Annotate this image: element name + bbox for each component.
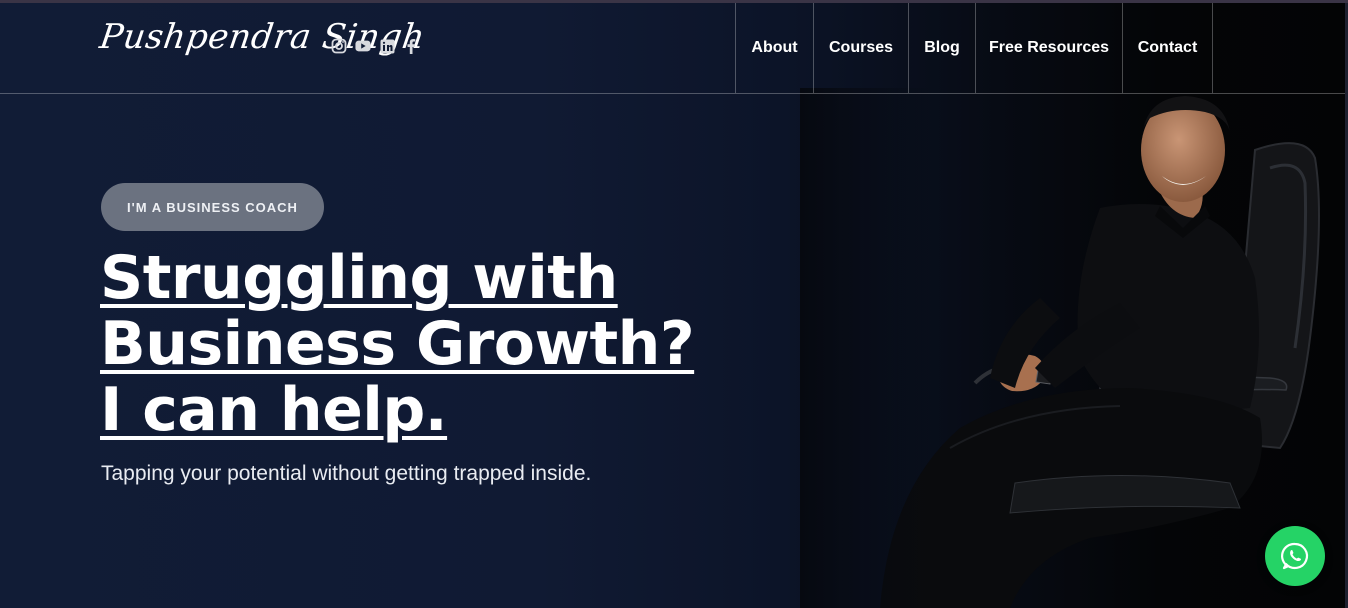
whatsapp-button[interactable]	[1265, 526, 1325, 586]
main-nav: About Courses Blog Free Resources Contac…	[735, 3, 1213, 93]
nav-blog[interactable]: Blog	[908, 3, 975, 93]
coach-portrait	[800, 88, 1345, 608]
nav-courses[interactable]: Courses	[813, 3, 908, 93]
headline-line-2[interactable]: Business Growth?	[100, 309, 695, 379]
nav-free-resources[interactable]: Free Resources	[975, 3, 1122, 93]
headline-line-3[interactable]: I can help.	[100, 375, 448, 445]
whatsapp-icon	[1281, 542, 1309, 570]
hero-tagline: Tapping your potential without getting t…	[101, 462, 592, 485]
nav-contact[interactable]: Contact	[1122, 3, 1213, 93]
site-header: Pushpendra Singh About Courses Blog Free…	[0, 3, 1345, 94]
nav-about[interactable]: About	[735, 3, 813, 93]
headline-line-1[interactable]: Struggling with	[100, 243, 618, 313]
youtube-icon[interactable]	[355, 38, 371, 54]
facebook-icon[interactable]	[403, 38, 419, 54]
instagram-icon[interactable]	[331, 38, 347, 54]
linkedin-icon[interactable]	[379, 38, 395, 54]
role-badge: I'M A BUSINESS COACH	[101, 183, 324, 231]
hero-headline: Struggling with Business Growth? I can h…	[100, 245, 720, 443]
social-links	[331, 38, 419, 54]
